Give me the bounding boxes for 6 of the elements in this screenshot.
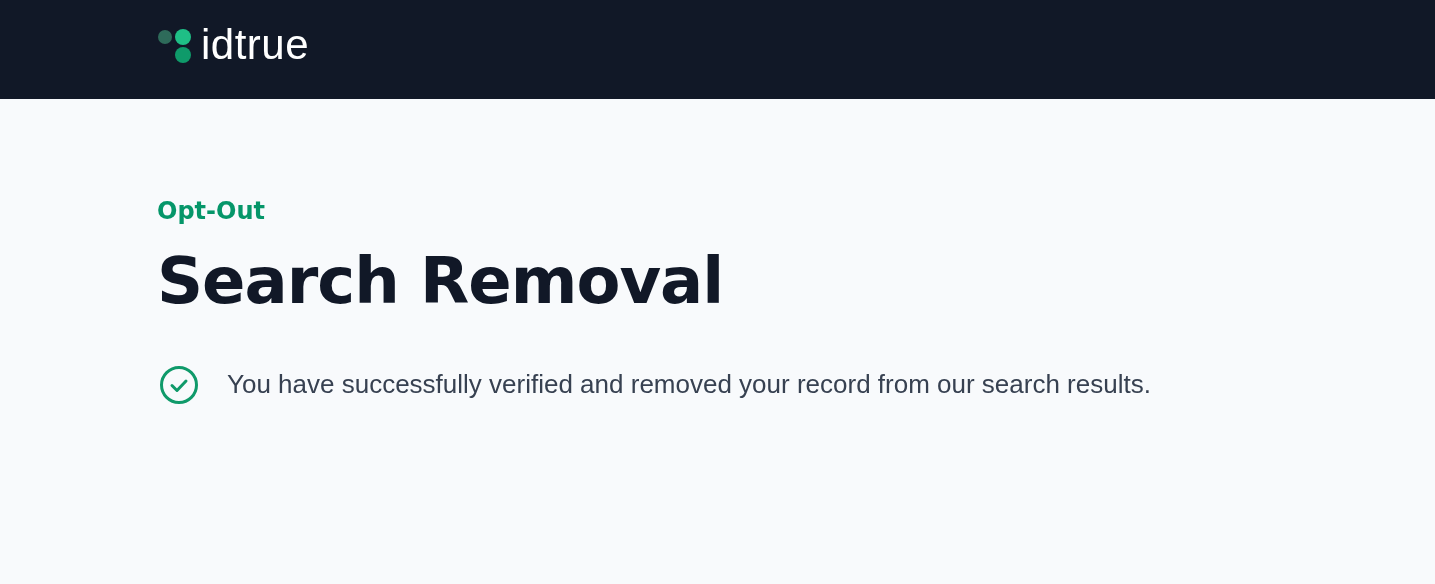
dots-logo-icon bbox=[157, 26, 193, 63]
section-label: Opt-Out bbox=[157, 199, 266, 223]
check-circle-icon bbox=[159, 365, 199, 405]
logo-wordmark[interactable]: idtrue bbox=[201, 23, 310, 66]
success-message: You have successfully verified and removed your record from our search results. bbox=[227, 369, 1151, 401]
page-title: Search Removal bbox=[157, 249, 725, 313]
